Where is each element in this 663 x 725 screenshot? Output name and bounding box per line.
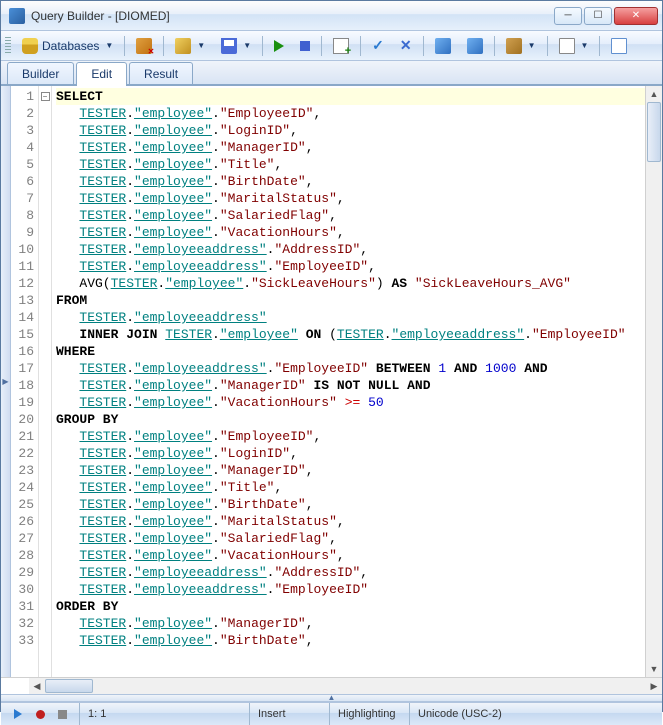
chevron-right-icon: ▶ [2, 377, 8, 386]
fold-column: − [39, 86, 52, 677]
sql-button-2[interactable] [460, 35, 490, 57]
highlighting-mode[interactable]: Highlighting [330, 703, 410, 725]
folder-icon [175, 38, 191, 54]
encoding[interactable]: Unicode (USC-2) [410, 703, 662, 725]
separator [321, 36, 322, 56]
separator [262, 36, 263, 56]
add-button[interactable] [326, 35, 356, 57]
code-content[interactable]: SELECT TESTER."employee"."EmployeeID", T… [52, 86, 645, 677]
editor-area: ▶ 12345678910111213141516171819202122232… [1, 86, 662, 677]
database-icon [22, 38, 38, 54]
tab-result[interactable]: Result [129, 62, 193, 84]
chevron-down-icon: ▼ [197, 41, 205, 50]
execute-button[interactable] [267, 35, 291, 57]
statusbar: 1: 1 Insert Highlighting Unicode (USC-2) [1, 702, 662, 725]
horizontal-scrollbar[interactable]: ◀ ▶ [29, 678, 662, 694]
line-number-gutter: 1234567891011121314151617181920212223242… [11, 86, 39, 677]
toolbar-grip[interactable] [5, 37, 11, 55]
play-icon [14, 709, 22, 719]
chevron-down-icon: ▼ [528, 41, 536, 50]
macro-play-button[interactable] [9, 706, 27, 722]
separator [163, 36, 164, 56]
save-button[interactable]: ▼ [214, 35, 258, 57]
clipboard-button[interactable]: ▼ [499, 35, 543, 57]
chevron-down-icon: ▼ [105, 41, 113, 50]
vertical-scrollbar[interactable]: ▲ ▼ [645, 86, 662, 677]
doc-button[interactable]: ▼ [552, 35, 596, 57]
scroll-left-icon[interactable]: ◀ [29, 678, 45, 694]
insert-mode[interactable]: Insert [250, 703, 330, 725]
open-button[interactable]: ▼ [168, 35, 212, 57]
databases-label: Databases [42, 39, 99, 53]
minimize-button[interactable]: ─ [554, 7, 582, 25]
macro-stop-button[interactable] [53, 706, 71, 722]
scroll-thumb[interactable] [647, 102, 661, 162]
tab-bar: Builder Edit Result [1, 61, 662, 86]
cursor-position: 1: 1 [80, 703, 250, 725]
stop-icon [300, 41, 310, 51]
separator [599, 36, 600, 56]
horizontal-splitter[interactable]: ▲ [1, 694, 662, 702]
doc-button-2[interactable] [604, 35, 634, 57]
tab-builder[interactable]: Builder [7, 62, 74, 84]
record-icon [36, 710, 45, 719]
tab-edit[interactable]: Edit [76, 62, 127, 86]
maximize-button[interactable]: ☐ [584, 7, 612, 25]
document-icon [611, 38, 627, 54]
titlebar: Query Builder - [DIOMED] ─ ☐ ✕ [1, 1, 662, 31]
chevron-down-icon: ▼ [243, 41, 251, 50]
separator [547, 36, 548, 56]
chevron-down-icon: ▼ [581, 41, 589, 50]
document-icon [559, 38, 575, 54]
check-button[interactable]: ✓ [365, 35, 391, 57]
play-icon [274, 40, 284, 52]
add-icon [333, 38, 349, 54]
toolbar: Databases ▼ ▼ ▼ ✓ ✕ ▼ ▼ [1, 31, 662, 61]
separator [423, 36, 424, 56]
side-splitter[interactable]: ▶ [1, 86, 11, 677]
sql-icon [467, 38, 483, 54]
app-icon [9, 8, 25, 24]
x-icon: ✕ [400, 37, 412, 54]
check-icon: ✓ [372, 37, 384, 54]
separator [494, 36, 495, 56]
cancel-button[interactable]: ✕ [393, 35, 419, 57]
separator [360, 36, 361, 56]
code-editor[interactable]: 1234567891011121314151617181920212223242… [11, 86, 662, 677]
save-icon [221, 38, 237, 54]
stop-button[interactable] [293, 35, 317, 57]
delete-button[interactable] [129, 35, 159, 57]
scroll-down-icon[interactable]: ▼ [646, 661, 662, 677]
separator [124, 36, 125, 56]
delete-icon [136, 38, 152, 54]
sql-icon [435, 38, 451, 54]
window-title: Query Builder - [DIOMED] [31, 9, 554, 23]
stop-icon [58, 710, 67, 719]
sql-button-1[interactable] [428, 35, 458, 57]
scroll-up-icon[interactable]: ▲ [646, 86, 662, 102]
scroll-right-icon[interactable]: ▶ [646, 678, 662, 694]
databases-button[interactable]: Databases ▼ [15, 35, 120, 57]
close-button[interactable]: ✕ [614, 7, 658, 25]
fold-toggle[interactable]: − [41, 92, 50, 101]
horizontal-scroll-row: ◀ ▶ [1, 677, 662, 694]
macro-record-button[interactable] [31, 706, 49, 722]
scroll-thumb[interactable] [45, 679, 93, 693]
clipboard-icon [506, 38, 522, 54]
